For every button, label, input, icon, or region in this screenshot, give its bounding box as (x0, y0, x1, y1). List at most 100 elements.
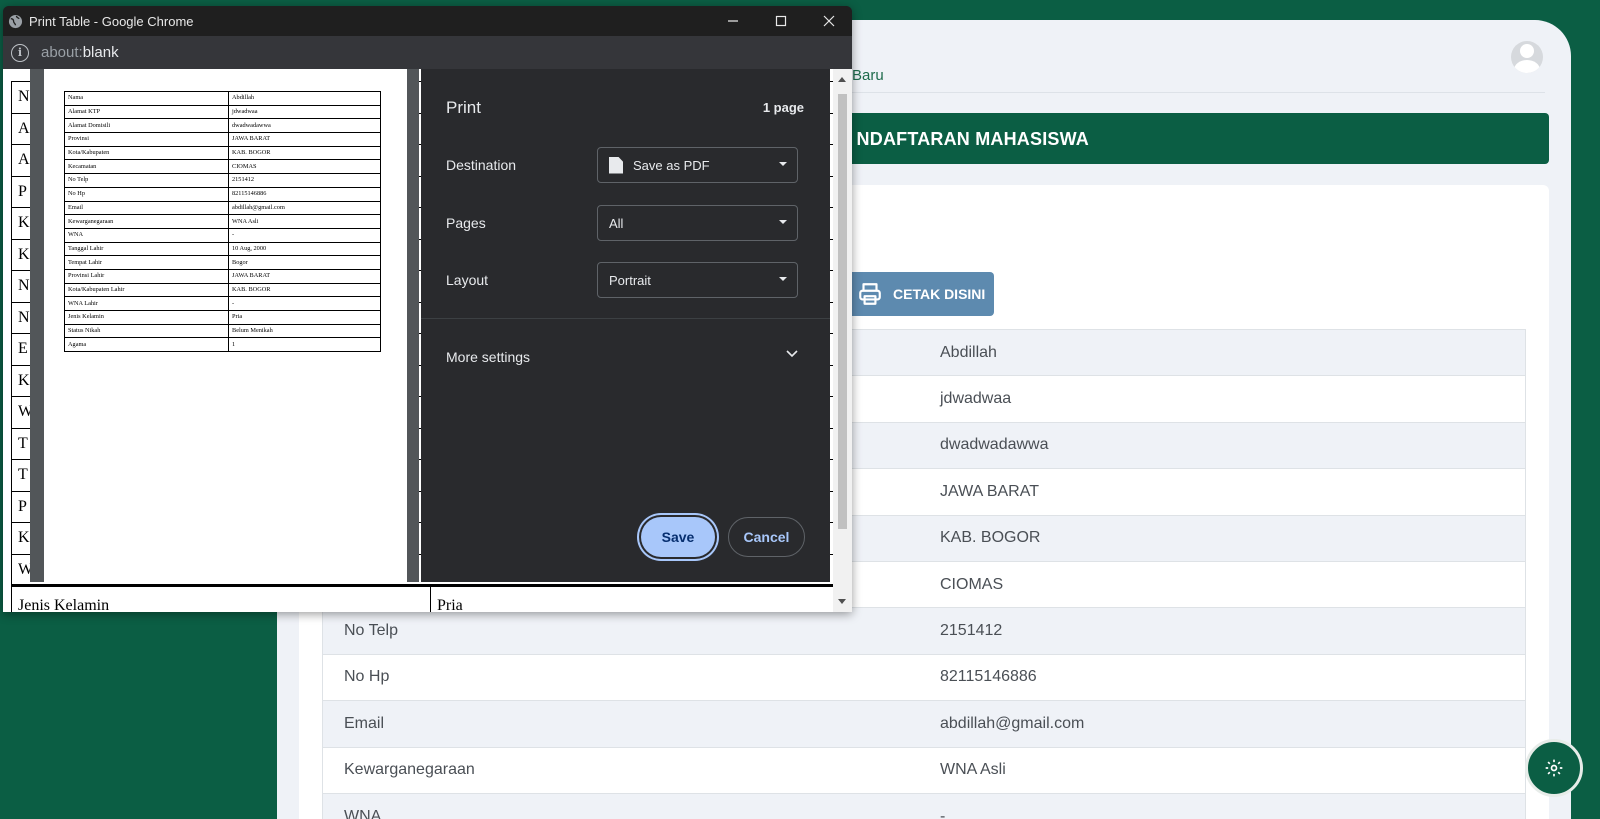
table-row: Kecamatan CIOMAS (64, 159, 381, 175)
info-icon[interactable]: i (11, 43, 29, 62)
print-button[interactable]: CETAK DISINI (847, 272, 994, 316)
cell-value: JAWA BARAT (228, 268, 381, 284)
cell-value: WNA Asli (228, 214, 381, 229)
destination-value: Save as PDF (633, 157, 710, 173)
cancel-button[interactable]: Cancel (728, 517, 805, 557)
page-scrollbar[interactable] (833, 69, 852, 612)
cell-label: Kewarganegaraan (64, 214, 229, 229)
cell-label: Email (64, 200, 229, 216)
cell-label: WNA (64, 227, 229, 243)
table-row: Kota/Kabupaten Lahir KAB. BOGOR (64, 282, 381, 298)
cell-label: Kota/Kabupaten Lahir (64, 282, 229, 298)
table-row: Email abdillah@gmail.com (323, 701, 1525, 748)
cell-value: JAWA BARAT (228, 132, 381, 147)
table-row: Kota/Kabupaten KAB. BOGOR (64, 145, 381, 161)
cell-label: WNA Lahir (64, 296, 229, 311)
close-button[interactable] (805, 6, 852, 36)
chevron-down-icon[interactable] (785, 346, 799, 360)
print-preview-pane: Nama Abdillah Alamat KTP jdwadwaa Alamat D… (30, 69, 419, 582)
page-content-area: N A A P K K N N E K W T T P K W Jenis Ke… (3, 69, 852, 612)
address-bar[interactable]: i about: blank (3, 36, 852, 69)
page-title: NDAFTARAN MAHASISWA (856, 129, 1089, 149)
table-row: Status Nikah Belum Menikah (64, 323, 381, 339)
maximize-icon (775, 15, 787, 27)
destination-select[interactable]: Save as PDF (597, 147, 798, 183)
table-row: Kewarganegaraan WNA Asli (64, 214, 381, 229)
cell-value: abdillah@gmail.com (228, 200, 381, 216)
avatar-body (1514, 60, 1540, 73)
row-label: Kewarganegaraan (344, 761, 475, 779)
user-avatar[interactable] (1511, 41, 1543, 73)
table-row: WNA Lahir - (64, 296, 381, 311)
cell-label: Tanggal Lahir (64, 241, 229, 257)
chrome-popup-window: Print Table - Google Chrome i about: blan… (3, 6, 852, 612)
row-label: Email (344, 714, 385, 732)
table-row: WNA - (323, 793, 1525, 819)
scroll-down-arrow-icon[interactable] (838, 599, 846, 604)
table-row: Jenis Kelamin Pria (64, 310, 381, 325)
row-value: 2151412 (940, 622, 1003, 640)
layout-label: Layout (446, 272, 489, 288)
cell-value: KAB. BOGOR (228, 282, 381, 298)
minimize-button[interactable] (709, 6, 757, 36)
layout-value: Portrait (609, 272, 651, 288)
pages-value: All (609, 215, 624, 231)
table-row: Alamat KTP jdwadwaa (64, 104, 381, 120)
row-value: CIOMAS (940, 575, 1004, 593)
cell-label: Nama (64, 91, 229, 106)
destination-label: Destination (446, 157, 517, 173)
cell-label: Alamat Domisili (64, 118, 229, 134)
dropdown-arrow-icon (779, 220, 787, 224)
window-title: Print Table - Google Chrome (29, 13, 194, 29)
table-row: Provinsi Lahir JAWA BARAT (64, 268, 381, 284)
cell-value: 1 (228, 337, 381, 353)
cell-value: 82115146886 (228, 186, 381, 202)
cell-label: Provinsi Lahir (64, 268, 229, 284)
table-row: No Hp 82115146886 (323, 655, 1525, 702)
cell-value: Pria (228, 310, 381, 325)
cell-label: Kota/Kabupaten (64, 145, 229, 161)
nav-link-baru[interactable]: Baru (852, 67, 884, 84)
cell-value: 2151412 (228, 173, 381, 188)
underlying-last-value: Pria (437, 597, 463, 612)
cell-label: Alamat KTP (64, 104, 229, 120)
row-label: WNA (344, 807, 382, 819)
close-icon (823, 15, 835, 27)
cell-value: - (228, 296, 381, 311)
scroll-up-arrow-icon[interactable] (838, 77, 846, 82)
cell-value: Abdillah (228, 91, 381, 106)
settings-fab[interactable] (1525, 739, 1583, 797)
cell-value: jdwadwaa (228, 104, 381, 120)
dropdown-arrow-icon (779, 162, 787, 166)
table-row: No Telp 2151412 (323, 608, 1525, 655)
scroll-thumb[interactable] (838, 94, 847, 529)
gear-icon (1545, 759, 1563, 777)
cell-label: Kecamatan (64, 159, 229, 175)
cell-label: No Telp (64, 173, 229, 188)
save-button[interactable]: Save (641, 517, 715, 557)
minimize-icon (728, 20, 738, 22)
table-row: Alamat Domisili dwadwadawwa (64, 118, 381, 134)
table-row: No Telp 2151412 (64, 173, 381, 188)
table-row: WNA - (64, 227, 381, 243)
row-value: jdwadwaa (940, 390, 1012, 408)
maximize-button[interactable] (757, 6, 805, 36)
underlying-last-row: Jenis Kelamin Pria (11, 584, 837, 612)
row-label: No Hp (344, 668, 390, 686)
row-value: abdillah@gmail.com (940, 714, 1085, 732)
table-row: Kewarganegaraan WNA Asli (323, 748, 1525, 794)
dropdown-arrow-icon (779, 277, 787, 281)
table-row: Tanggal Lahir 10 Aug, 2000 (64, 241, 381, 257)
pages-select[interactable]: All (597, 205, 798, 241)
cell-value: Bogor (228, 255, 381, 270)
table-row: Agama 1 (64, 337, 381, 353)
row-value: JAWA BARAT (940, 482, 1039, 500)
row-label: No Telp (344, 622, 398, 640)
preview-sheet: Nama Abdillah Alamat KTP jdwadwaa Alamat D… (44, 69, 407, 582)
table-row: Provinsi JAWA BARAT (64, 132, 381, 147)
cell-label: Status Nikah (64, 323, 229, 339)
row-value: Abdillah (940, 343, 997, 361)
underlying-last-label: Jenis Kelamin (12, 585, 431, 612)
more-settings-toggle[interactable]: More settings (446, 349, 530, 365)
layout-select[interactable]: Portrait (597, 262, 798, 298)
